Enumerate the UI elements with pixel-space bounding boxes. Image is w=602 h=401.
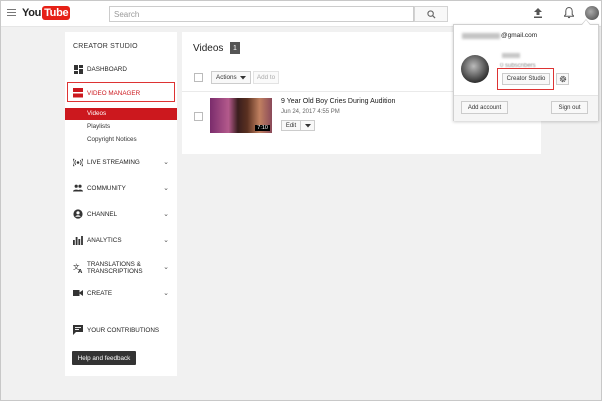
gear-icon: [559, 75, 566, 83]
sidebar-item-live-streaming[interactable]: LIVE STREAMING ⌄: [73, 156, 173, 168]
channel-account-icon: [73, 209, 83, 219]
sidebar-item-label: COMMUNITY: [87, 184, 126, 192]
sidebar-subitem-playlists[interactable]: Playlists: [87, 123, 110, 130]
add-to-button[interactable]: Add to: [253, 71, 279, 84]
sidebar-item-create[interactable]: CREATE ⌄: [73, 287, 173, 299]
video-manager-icon: [73, 88, 83, 98]
video-count-badge: 1: [230, 42, 240, 54]
live-streaming-icon: [73, 157, 83, 167]
sidebar-item-label: ANALYTICS: [87, 236, 122, 244]
video-title-link[interactable]: 9 Year Old Boy Cries During Audition: [281, 98, 395, 105]
sidebar-item-label: CREATE: [87, 289, 113, 297]
actions-label: Actions: [216, 74, 237, 81]
page-title: Videos: [193, 43, 224, 54]
email-domain: @gmail.com: [501, 32, 538, 39]
actions-dropdown-button[interactable]: Actions: [211, 71, 251, 84]
chevron-down-icon: ⌄: [163, 211, 169, 218]
account-avatar[interactable]: [461, 55, 489, 83]
sidebar-item-label: DASHBOARD: [87, 65, 127, 73]
video-duration: 7:10: [255, 125, 270, 131]
sidebar-item-channel[interactable]: CHANNEL ⌄: [73, 208, 173, 220]
notifications-bell-icon[interactable]: [563, 6, 575, 19]
translations-line-1: TRANSLATIONS &: [87, 261, 141, 268]
logo-you-text: You: [22, 7, 42, 19]
add-account-button[interactable]: Add account: [461, 101, 508, 114]
creator-studio-button[interactable]: Creator Studio: [502, 73, 550, 85]
sidebar-item-video-manager[interactable]: VIDEO MANAGER: [87, 90, 140, 97]
sidebar-subitem-videos[interactable]: Videos: [65, 108, 177, 120]
youtube-logo[interactable]: You Tube: [22, 5, 71, 21]
sidebar-title: CREATOR STUDIO: [73, 43, 138, 50]
sidebar-item-dashboard[interactable]: DASHBOARD: [73, 63, 173, 75]
translations-line-2: TRANSCRIPTIONS: [87, 268, 143, 275]
select-all-checkbox[interactable]: [194, 73, 203, 82]
account-avatar-button[interactable]: [585, 6, 599, 20]
caret-down-icon: [304, 123, 311, 127]
sidebar-item-analytics[interactable]: ANALYTICS ⌄: [73, 234, 173, 246]
dashboard-icon: [73, 64, 83, 74]
sidebar-item-label: CHANNEL: [87, 210, 118, 218]
account-dropdown: @gmail.com 0 subscribers Creator Studio …: [453, 24, 599, 121]
search-button[interactable]: [414, 6, 448, 22]
account-email: @gmail.com: [462, 32, 537, 39]
sidebar-item-community[interactable]: COMMUNITY ⌄: [73, 182, 173, 194]
sidebar-item-your-contributions[interactable]: YOUR CONTRIBUTIONS: [73, 324, 173, 336]
sidebar-item-label: YOUR CONTRIBUTIONS: [87, 326, 160, 334]
creator-studio-sidebar: CREATOR STUDIO DASHBOARD VIDEO MANAGER V…: [65, 32, 177, 376]
translate-icon: 文A: [73, 263, 83, 273]
svg-text:A: A: [78, 269, 83, 273]
email-redacted: [462, 32, 500, 39]
sign-out-button[interactable]: Sign out: [551, 101, 588, 114]
video-camera-icon: [73, 288, 83, 298]
chevron-down-icon: ⌄: [163, 185, 169, 192]
analytics-bar-chart-icon: [73, 235, 83, 245]
logo-tube-text: Tube: [42, 6, 71, 20]
settings-button[interactable]: [556, 73, 569, 85]
video-row-checkbox[interactable]: [194, 112, 203, 121]
channel-name-redacted: [502, 53, 520, 58]
sidebar-item-label: LIVE STREAMING: [87, 158, 140, 166]
upload-icon[interactable]: [532, 7, 544, 19]
sidebar-item-label: TRANSLATIONS & TRANSCRIPTIONS: [87, 261, 143, 275]
dropdown-arrow-inner: [582, 20, 590, 25]
caret-down-icon: [239, 75, 246, 79]
menu-icon[interactable]: [7, 9, 16, 17]
chevron-down-icon: ⌄: [163, 237, 169, 244]
account-dropdown-footer: Add account Sign out: [454, 95, 598, 121]
video-date: Jun 24, 2017 4:55 PM: [281, 109, 340, 115]
chevron-down-icon: ⌄: [163, 159, 169, 166]
chevron-down-icon: ⌄: [163, 290, 169, 297]
help-and-feedback-button[interactable]: Help and feedback: [72, 351, 136, 365]
video-thumbnail[interactable]: 7:10: [210, 98, 272, 133]
search-input[interactable]: [109, 6, 414, 22]
sidebar-subitem-copyright-notices[interactable]: Copyright Notices: [87, 136, 137, 143]
search-icon: [426, 9, 436, 19]
community-icon: [73, 183, 83, 193]
edit-dropdown-button[interactable]: [301, 120, 315, 131]
sidebar-item-translations[interactable]: 文A TRANSLATIONS & TRANSCRIPTIONS ⌄: [73, 260, 173, 276]
contributions-icon: [73, 325, 83, 335]
edit-button[interactable]: Edit: [281, 120, 301, 131]
chevron-down-icon: ⌄: [163, 264, 169, 271]
